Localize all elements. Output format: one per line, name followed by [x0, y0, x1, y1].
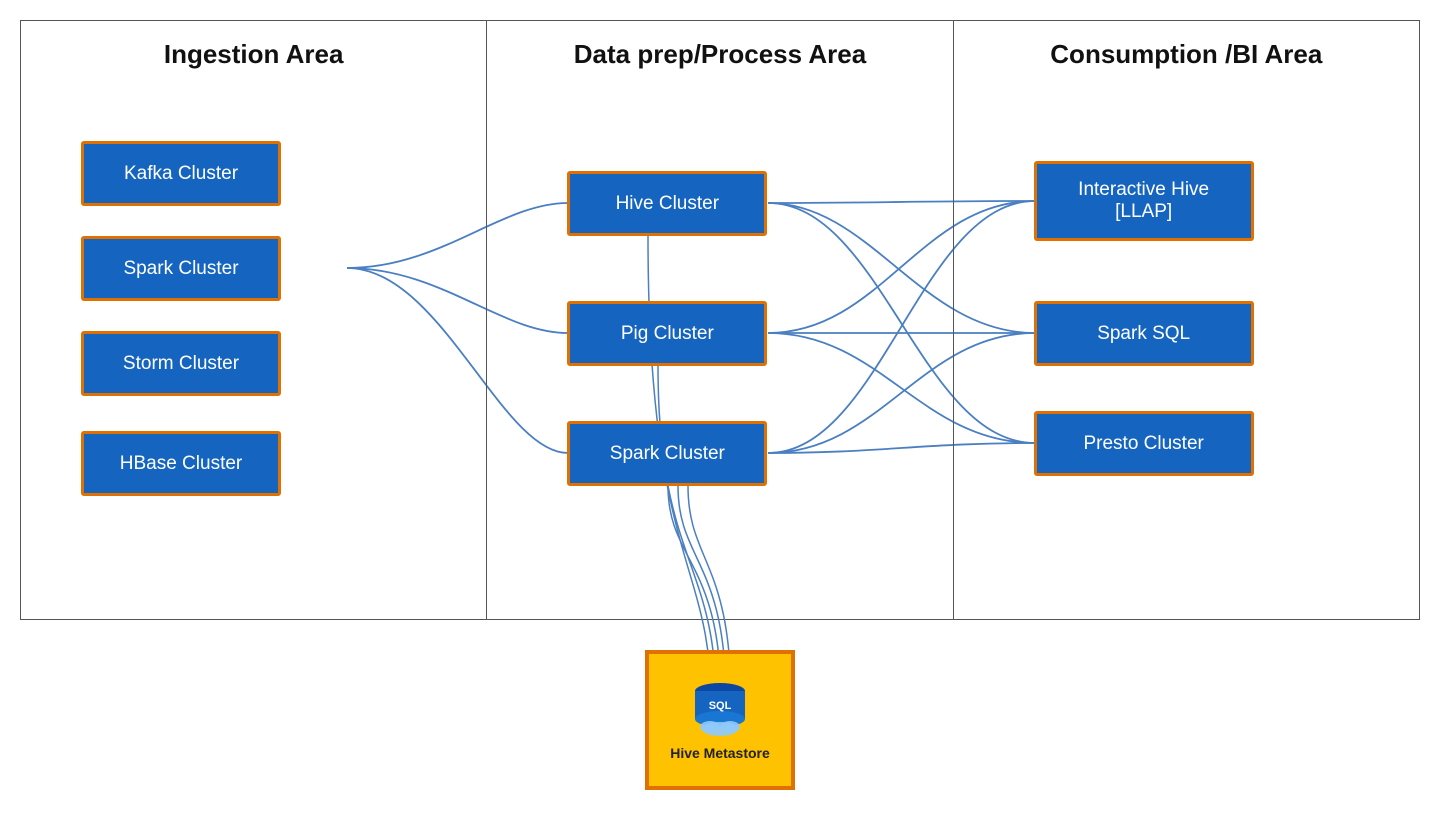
consumption-area: Consumption /BI Area Interactive Hive [L… [954, 21, 1419, 619]
kafka-cluster: Kafka Cluster [81, 141, 281, 206]
hive-metastore-box: SQL Hive Metastore [645, 650, 795, 790]
interactive-hive-cluster: Interactive Hive [LLAP] [1034, 161, 1254, 241]
storm-cluster: Storm Cluster [81, 331, 281, 396]
consumption-title: Consumption /BI Area [954, 21, 1419, 80]
presto-cluster: Presto Cluster [1034, 411, 1254, 476]
metastore-label: Hive Metastore [670, 745, 770, 761]
main-diagram: Ingestion Area Kafka Cluster Spark Clust… [20, 20, 1420, 620]
dataprep-area: Data prep/Process Area Hive Cluster Pig … [487, 21, 953, 619]
metastore-section: SQL Hive Metastore [0, 650, 1440, 790]
metastore-icon: SQL [685, 679, 755, 737]
hive-cluster: Hive Cluster [567, 171, 767, 236]
ingestion-area: Ingestion Area Kafka Cluster Spark Clust… [21, 21, 487, 619]
dataprep-spark-cluster: Spark Cluster [567, 421, 767, 486]
svg-text:SQL: SQL [709, 700, 732, 712]
spark-sql-cluster: Spark SQL [1034, 301, 1254, 366]
ingestion-spark-cluster: Spark Cluster [81, 236, 281, 301]
hbase-cluster: HBase Cluster [81, 431, 281, 496]
ingestion-title: Ingestion Area [21, 21, 486, 80]
pig-cluster: Pig Cluster [567, 301, 767, 366]
dataprep-title: Data prep/Process Area [487, 21, 952, 80]
